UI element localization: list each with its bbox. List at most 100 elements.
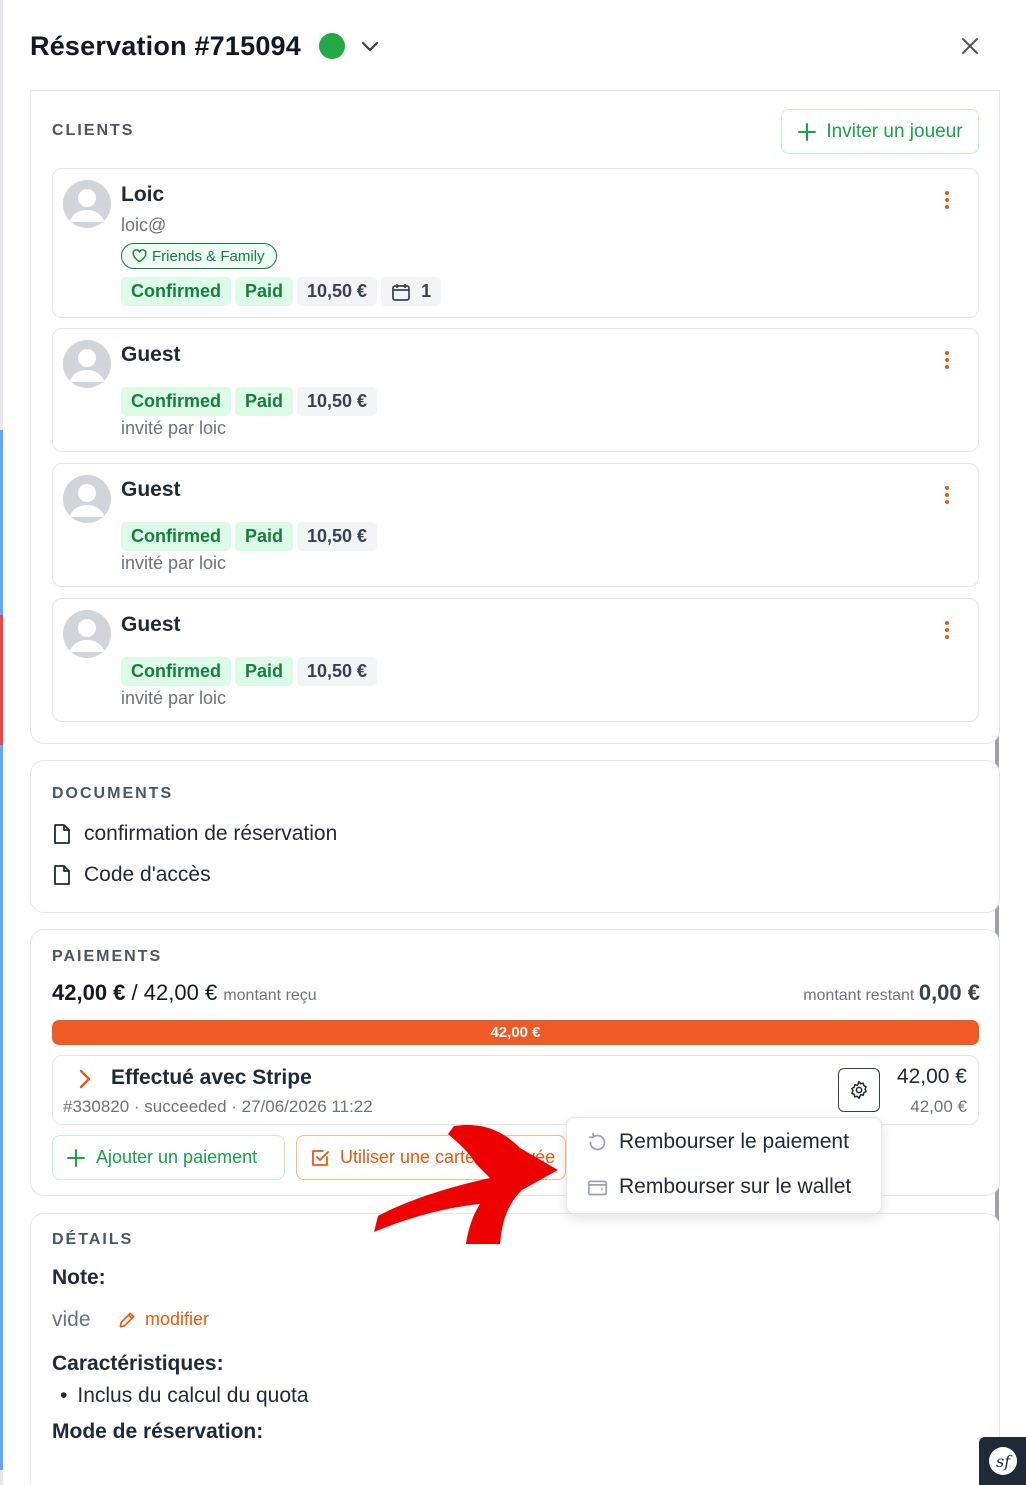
avatar [63,475,111,523]
note-value: vide [52,1308,91,1331]
gear-icon [851,1080,867,1100]
file-icon [54,865,70,885]
remaining-amount: 0,00 € [918,980,980,1005]
document-link[interactable]: confirmation de réservation [52,822,337,846]
amount-separator: / [131,980,138,1005]
client-badges: Confirmed Paid 10,50 € [121,522,378,551]
chevron-down-icon[interactable] [359,35,381,57]
payment-progress-fill: 42,00 € [52,1020,979,1045]
client-name: Loic [121,183,165,206]
client-name: Guest [121,613,181,636]
client-card: Guest Confirmed Paid 10,50 € invité par … [52,463,979,587]
invited-by-text: invité par loic [121,553,227,573]
document-label: Code d'accès [84,863,211,886]
transaction-settings-button[interactable] [838,1068,880,1112]
client-badges: Confirmed Paid 10,50 € 1 [121,277,442,306]
price-badge: 10,50 € [297,277,378,306]
check-square-icon [312,1149,329,1166]
status-badge: Confirmed [121,277,231,306]
user-avatar-icon [63,610,111,658]
client-menu-icon[interactable] [940,621,954,643]
features-heading: Caractéristiques: [52,1352,224,1375]
client-card: Guest Confirmed Paid 10,50 € invité par … [52,598,979,722]
client-card: Loic loic@ Friends & Family Confirmed Pa… [52,168,979,318]
price-badge: 10,50 € [297,522,378,551]
client-menu-icon[interactable] [940,486,954,508]
edge-blue-segment [0,430,3,1470]
invited-by-text: invité par loic [121,688,227,708]
payment-summary: 42,00 € / 42,00 € montant reçu [52,980,317,1006]
refund-wallet-label: Rembourser sur le wallet [619,1175,852,1198]
documents-label: DOCUMENTS [52,785,174,802]
details-label: DÉTAILS [52,1231,134,1248]
avatar [63,180,111,228]
tag-label: Friends & Family [152,247,265,265]
note-heading: Note: [52,1266,106,1289]
client-name: Guest [121,343,181,366]
client-email: loic@ [121,215,167,235]
payment-badge: Paid [235,657,294,686]
transaction-meta: #330820 · succeeded · 27/06/2026 11:22 [63,1097,373,1116]
status-badge: Confirmed [121,522,231,551]
payment-badge: Paid [235,522,294,551]
status-badge: Confirmed [121,387,231,416]
booking-mode-heading: Mode de réservation: [52,1420,264,1443]
page-title: Réservation #715094 [30,30,301,61]
progress-label: 42,00 € [490,1024,541,1041]
user-avatar-icon [63,340,111,388]
amount-total: 42,00 € [143,980,218,1005]
avatar [63,610,111,658]
payment-badge: Paid [235,277,294,306]
heart-icon [132,249,147,263]
transaction-title: Effectué avec Stripe [111,1066,312,1089]
refund-payment-option[interactable]: Rembourser le paiement [587,1130,849,1154]
status-badge: Confirmed [121,657,231,686]
transaction-amount: 42,00 € [896,1065,967,1088]
symfony-logo-icon: sf [989,1447,1017,1475]
plus-icon [67,1148,85,1167]
client-menu-icon[interactable] [940,191,954,213]
pencil-icon [119,1312,135,1327]
file-icon [54,824,70,844]
edit-note-link[interactable]: modifier [117,1309,209,1330]
clients-section: CLIENTS Inviter un joueur Loic loic@ Fri… [30,90,1000,744]
feature-item: Inclus du calcul du quota [60,1384,308,1408]
invite-player-button[interactable]: Inviter un joueur [781,109,979,154]
symfony-toolbar-icon[interactable]: sf [979,1437,1026,1485]
reservation-panel: Réservation #715094 CLIENTS Inviter un j… [4,0,1026,1485]
bookings-badge: 1 [381,277,442,306]
status-indicator [318,33,345,59]
invite-player-label: Inviter un joueur [826,120,963,142]
calendar-icon [392,283,410,301]
chevron-right-icon[interactable] [77,1068,93,1090]
client-card: Guest Confirmed Paid 10,50 € invité par … [52,328,979,452]
refund-icon [588,1132,606,1150]
client-badges: Confirmed Paid 10,50 € [121,657,378,686]
remaining-label: montant restant [803,987,915,1004]
user-avatar-icon [63,475,111,523]
payment-progress-bar: 42,00 € [52,1020,979,1045]
annotation-arrow [374,1124,558,1244]
plus-icon [798,122,817,141]
details-section: DÉTAILS Note: vide modifier Caractéristi… [30,1213,1000,1485]
bookings-count: 1 [421,281,432,301]
invited-by-text: invité par loic [121,418,227,438]
panel-header: Réservation #715094 [30,24,1026,68]
user-avatar-icon [63,180,111,228]
price-badge: 10,50 € [297,657,378,686]
client-badges: Confirmed Paid 10,50 € [121,387,378,416]
client-name: Guest [121,478,181,501]
document-link[interactable]: Code d'accès [52,863,211,887]
payment-transaction[interactable]: Effectué avec Stripe #330820 · succeeded… [52,1055,979,1125]
client-menu-icon[interactable] [940,351,954,373]
refund-dropdown-menu: Rembourser le paiement Rembourser sur le… [566,1117,882,1214]
price-badge: 10,50 € [297,387,378,416]
refund-payment-label: Rembourser le paiement [619,1130,849,1153]
close-icon[interactable] [958,34,982,58]
left-edge-strip [0,0,3,1485]
wallet-icon [587,1180,608,1195]
payment-badge: Paid [235,387,294,416]
clients-label: CLIENTS [52,122,135,139]
add-payment-button[interactable]: Ajouter un paiement [52,1135,285,1180]
refund-wallet-option[interactable]: Rembourser sur le wallet [587,1175,851,1199]
